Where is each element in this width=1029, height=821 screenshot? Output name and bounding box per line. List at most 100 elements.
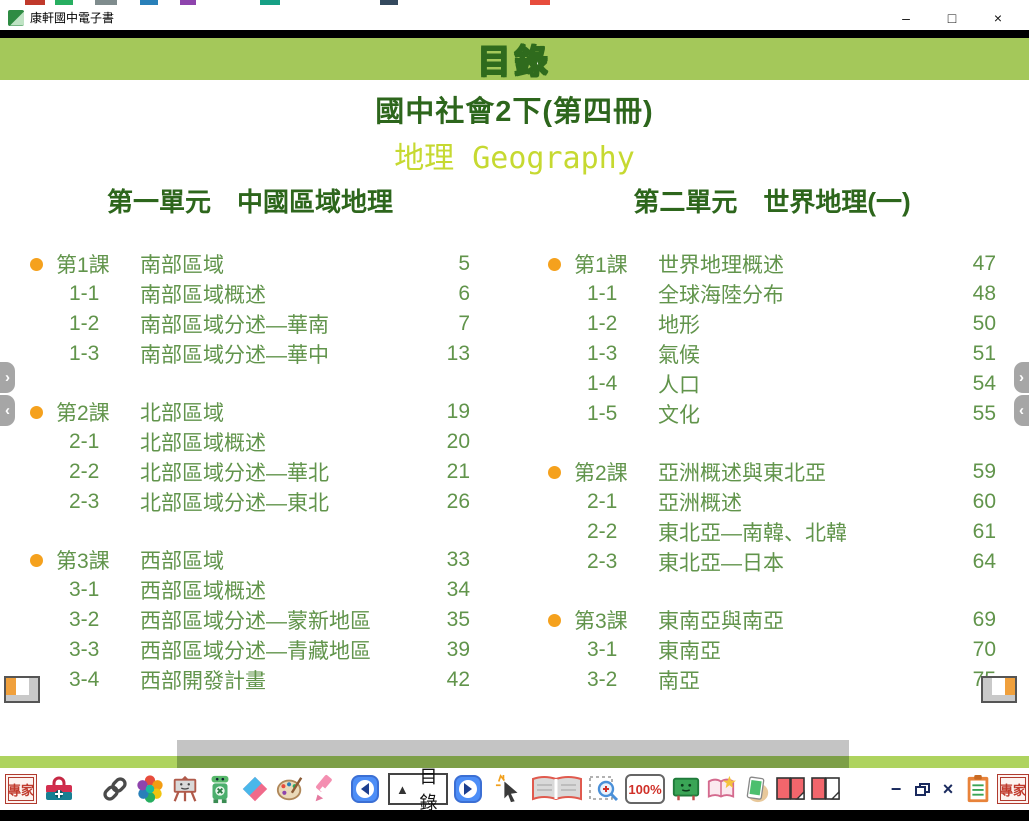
- sub-page-number: 26: [428, 490, 470, 514]
- lesson-row[interactable]: 第1課世界地理概述47: [548, 249, 996, 279]
- sub-row[interactable]: 2-3北部區域分述—東北26: [30, 487, 470, 517]
- sub-page-number: 13: [428, 342, 470, 366]
- horizontal-scrollbar[interactable]: [177, 740, 849, 756]
- sub-row[interactable]: 2-2北部區域分述—華北21: [30, 457, 470, 487]
- sub-row[interactable]: 3-1西部區域概述34: [30, 575, 470, 605]
- sub-row[interactable]: 1-2南部區域分述—華南7: [30, 309, 470, 339]
- lesson-bullet: [30, 258, 56, 271]
- zoom-level-button[interactable]: 100%: [623, 772, 667, 806]
- lesson-group: 第1課世界地理概述471-1全球海陸分布481-2地形501-3氣候511-4人…: [548, 249, 996, 429]
- left-back-tab[interactable]: ‹: [0, 395, 15, 426]
- sub-row[interactable]: 1-4人口54: [548, 369, 996, 399]
- lesson-page-number: 5: [428, 252, 470, 276]
- lesson-label: 第2課: [56, 397, 140, 427]
- prev-page-button[interactable]: [349, 772, 381, 806]
- lesson-page-number: 19: [428, 400, 470, 424]
- sub-title: 亞洲概述: [658, 487, 954, 517]
- lesson-group: 第1課南部區域51-1南部區域概述61-2南部區域分述—華南71-3南部區域分述…: [30, 249, 470, 369]
- toc-column-unit2: 第二單元 世界地理(一)第1課世界地理概述471-1全球海陸分布481-2地形5…: [548, 182, 996, 695]
- notes-list-icon[interactable]: [962, 772, 994, 806]
- sub-label: 2-1: [56, 430, 140, 454]
- eraser-icon[interactable]: [239, 772, 271, 806]
- next-page-button[interactable]: [452, 772, 484, 806]
- bullet-dot-icon: [548, 614, 561, 627]
- expert-mode-button-left[interactable]: 專家: [5, 772, 37, 806]
- sub-row[interactable]: 1-3南部區域分述—華中13: [30, 339, 470, 369]
- lesson-page-number: 69: [954, 608, 996, 632]
- sub-title: 氣候: [658, 339, 954, 369]
- lesson-bullet: [548, 258, 574, 271]
- robot-trash-icon[interactable]: [204, 772, 236, 806]
- palette-icon[interactable]: [274, 772, 306, 806]
- easel-icon[interactable]: [169, 772, 201, 806]
- cursor-sparkle-icon[interactable]: [494, 772, 526, 806]
- ebook-app-window: 康軒國中電子書 – □ × 目錄 國中社會2下(第四冊) 地理 Geograph…: [0, 0, 1029, 821]
- lesson-group: 第2課北部區域192-1北部區域概述202-2北部區域分述—華北212-3北部區…: [30, 397, 470, 517]
- sub-row[interactable]: 2-1北部區域概述20: [30, 427, 470, 457]
- sub-row[interactable]: 3-2南亞75: [548, 665, 996, 695]
- sub-title: 南部區域分述—華中: [140, 339, 428, 369]
- bottom-black-strip: [0, 810, 1029, 821]
- book-title: 國中社會2下(第四冊): [0, 88, 1029, 130]
- sub-page-number: 20: [428, 430, 470, 454]
- toolbox-icon[interactable]: [43, 772, 75, 806]
- sub-row[interactable]: 1-1全球海陸分布48: [548, 279, 996, 309]
- toolbar-restore-button[interactable]: [910, 772, 934, 806]
- zoom-in-icon[interactable]: [588, 772, 620, 806]
- sub-label: 2-3: [574, 550, 658, 574]
- toc-banner: 目錄: [0, 38, 1029, 80]
- right-back-tab[interactable]: ‹: [1014, 395, 1029, 426]
- page-selector[interactable]: ▲ 目錄: [388, 773, 448, 805]
- sub-label: 3-1: [574, 638, 658, 662]
- scroll-track: [177, 756, 849, 768]
- sub-label: 2-2: [574, 520, 658, 544]
- sub-row[interactable]: 1-1南部區域概述6: [30, 279, 470, 309]
- left-forward-tab[interactable]: ›: [0, 362, 15, 393]
- sub-row[interactable]: 2-1亞洲概述60: [548, 487, 996, 517]
- chevron-left-icon: ‹: [5, 402, 10, 419]
- sub-row[interactable]: 1-3氣候51: [548, 339, 996, 369]
- page-flip-left-icon[interactable]: [4, 676, 40, 703]
- unit-title: 第一單元 中國區域地理: [30, 182, 470, 219]
- window-title: 康軒國中電子書: [30, 9, 114, 26]
- chalkboard-icon[interactable]: [670, 772, 702, 806]
- window-maximize-button[interactable]: □: [929, 10, 975, 26]
- link-icon[interactable]: [99, 772, 131, 806]
- sub-row[interactable]: 3-2西部區域分述—蒙新地區35: [30, 605, 470, 635]
- window-titlebar: 康軒國中電子書 – □ ×: [0, 5, 1029, 30]
- lesson-row[interactable]: 第3課東南亞與南亞69: [548, 605, 996, 635]
- sub-row[interactable]: 1-2地形50: [548, 309, 996, 339]
- window-close-button[interactable]: ×: [975, 10, 1021, 26]
- sub-title: 北部區域分述—華北: [140, 457, 428, 487]
- lesson-row[interactable]: 第2課亞洲概述與東北亞59: [548, 457, 996, 487]
- spread-page-icon-b[interactable]: [810, 772, 842, 806]
- mobile-device-icon[interactable]: [740, 772, 772, 806]
- toolbar-close-button[interactable]: ×: [937, 772, 959, 806]
- toolbar-minimize-button[interactable]: −: [885, 772, 907, 806]
- window-minimize-button[interactable]: –: [883, 10, 929, 26]
- lesson-label: 第3課: [56, 545, 140, 575]
- sub-page-number: 34: [428, 578, 470, 602]
- sub-row[interactable]: 1-5文化55: [548, 399, 996, 429]
- flower-icon[interactable]: [134, 772, 166, 806]
- open-book-icon[interactable]: [529, 772, 585, 806]
- sub-row[interactable]: 2-2東北亞—南韓、北韓61: [548, 517, 996, 547]
- sub-row[interactable]: 3-1東南亞70: [548, 635, 996, 665]
- lesson-title: 北部區域: [140, 397, 428, 427]
- sub-row[interactable]: 2-3東北亞—日本64: [548, 547, 996, 577]
- spread-page-icon-a[interactable]: [775, 772, 807, 806]
- lesson-row[interactable]: 第1課南部區域5: [30, 249, 470, 279]
- expert-mode-button-right[interactable]: 專家: [997, 772, 1029, 806]
- lesson-group: 第3課西部區域333-1西部區域概述343-2西部區域分述—蒙新地區353-3西…: [30, 545, 470, 695]
- annotated-book-icon[interactable]: [705, 772, 737, 806]
- sub-row[interactable]: 3-3西部區域分述—青藏地區39: [30, 635, 470, 665]
- highlighter-icon[interactable]: [309, 772, 341, 806]
- right-forward-tab[interactable]: ›: [1014, 362, 1029, 393]
- sub-label: 2-3: [56, 490, 140, 514]
- bullet-dot-icon: [548, 466, 561, 479]
- lesson-row[interactable]: 第2課北部區域19: [30, 397, 470, 427]
- sub-row[interactable]: 3-4西部開發計畫42: [30, 665, 470, 695]
- lesson-row[interactable]: 第3課西部區域33: [30, 545, 470, 575]
- sub-label: 1-1: [574, 282, 658, 306]
- page-flip-right-icon[interactable]: [981, 676, 1017, 703]
